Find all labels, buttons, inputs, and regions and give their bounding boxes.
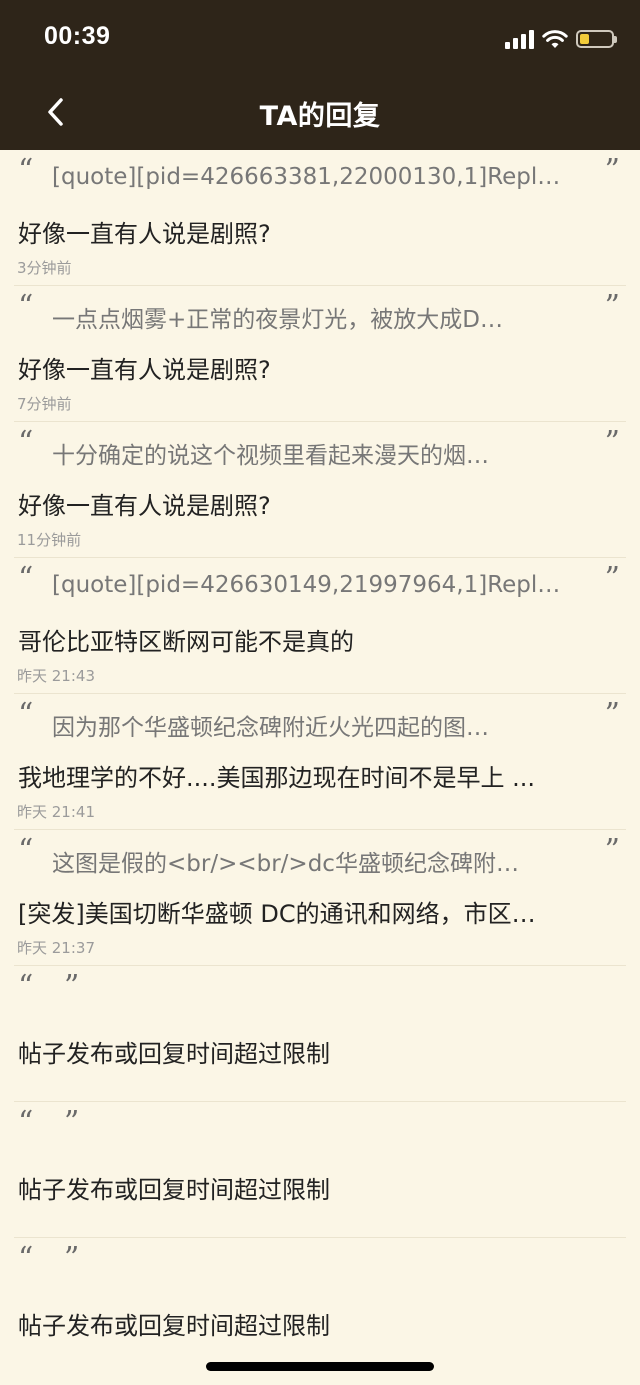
- reply-item[interactable]: “ 一点点烟雾+正常的夜景灯光，被放大成D… ” 好像一直有人说是剧照? 7分钟…: [14, 286, 626, 422]
- close-quote-icon: ”: [604, 561, 620, 596]
- close-quote-icon: ”: [64, 969, 80, 1004]
- reply-item[interactable]: “ [quote][pid=426630149,21997964,1]Repl……: [14, 558, 626, 694]
- reply-time: 11分钟前: [17, 531, 82, 549]
- reply-title: 好像一直有人说是剧照?: [18, 220, 271, 248]
- close-quote-icon: ”: [604, 697, 620, 732]
- quote-row: “ 这图是假的<br/><br/>dc华盛顿纪念碑附… ”: [14, 830, 626, 888]
- close-quote-icon: ”: [64, 1105, 80, 1140]
- reply-title: [突发]美国切断华盛顿 DC的通讯和网络，市区…: [18, 900, 536, 928]
- home-indicator[interactable]: [206, 1362, 434, 1371]
- quote-text: 一点点烟雾+正常的夜景灯光，被放大成D…: [52, 307, 503, 333]
- quote-text: [quote][pid=426663381,22000130,1]Repl…: [52, 164, 561, 190]
- open-quote-icon: “: [18, 1105, 34, 1140]
- reply-item[interactable]: “ 这图是假的<br/><br/>dc华盛顿纪念碑附… ” [突发]美国切断华盛…: [14, 830, 626, 966]
- quote-text: 这图是假的<br/><br/>dc华盛顿纪念碑附…: [52, 851, 519, 877]
- reply-item-limited[interactable]: “ ” 帖子发布或回复时间超过限制: [14, 966, 626, 1102]
- open-quote-icon: “: [18, 425, 34, 460]
- reply-time: 3分钟前: [17, 259, 72, 277]
- top-bar: 00:39 TA的回复: [0, 0, 640, 150]
- open-quote-icon: “: [18, 969, 34, 1004]
- status-icons: [505, 28, 617, 50]
- reply-time: 昨天 21:43: [17, 667, 95, 685]
- reply-title: 好像一直有人说是剧照?: [18, 356, 271, 384]
- battery-icon: [576, 30, 617, 48]
- close-quote-icon: ”: [604, 833, 620, 868]
- quote-text: 因为那个华盛顿纪念碑附近火光四起的图…: [52, 715, 489, 741]
- reply-title: 好像一直有人说是剧照?: [18, 492, 271, 520]
- reply-title: 我地理学的不好....美国那边现在时间不是早上 ...: [18, 764, 536, 792]
- open-quote-icon: “: [18, 1241, 34, 1276]
- quote-text: [quote][pid=426630149,21997964,1]Repl…: [52, 572, 561, 598]
- cellular-signal-icon: [505, 29, 534, 49]
- quote-row: “ ”: [14, 1238, 626, 1302]
- reply-time: 昨天 21:41: [17, 803, 95, 821]
- reply-item[interactable]: “ 因为那个华盛顿纪念碑附近火光四起的图… ” 我地理学的不好....美国那边现…: [14, 694, 626, 830]
- reply-time: 昨天 21:37: [17, 939, 95, 957]
- reply-item[interactable]: “ 十分确定的说这个视频里看起来漫天的烟… ” 好像一直有人说是剧照? 11分钟…: [14, 422, 626, 558]
- wifi-icon: [542, 30, 568, 48]
- reply-item-limited[interactable]: “ ” 帖子发布或回复时间超过限制: [14, 1238, 626, 1374]
- quote-row: “ 一点点烟雾+正常的夜景灯光，被放大成D… ”: [14, 286, 626, 344]
- reply-title: 帖子发布或回复时间超过限制: [18, 1312, 330, 1340]
- reply-title: 帖子发布或回复时间超过限制: [18, 1040, 330, 1068]
- open-quote-icon: “: [18, 833, 34, 868]
- close-quote-icon: ”: [604, 153, 620, 188]
- close-quote-icon: ”: [64, 1241, 80, 1276]
- reply-title: 哥伦比亚特区断网可能不是真的: [18, 628, 354, 656]
- close-quote-icon: ”: [604, 425, 620, 460]
- open-quote-icon: “: [18, 561, 34, 596]
- page-title: TA的回复: [259, 101, 381, 132]
- open-quote-icon: “: [18, 289, 34, 324]
- close-quote-icon: ”: [604, 289, 620, 324]
- reply-time: 7分钟前: [17, 395, 72, 413]
- reply-title: 帖子发布或回复时间超过限制: [18, 1176, 330, 1204]
- quote-text: 十分确定的说这个视频里看起来漫天的烟…: [52, 443, 489, 469]
- quote-row: “ ”: [14, 1102, 626, 1166]
- quote-row: “ [quote][pid=426630149,21997964,1]Repl……: [14, 558, 626, 616]
- reply-item[interactable]: “ [quote][pid=426663381,22000130,1]Repl……: [14, 150, 626, 286]
- quote-row: “ [quote][pid=426663381,22000130,1]Repl……: [14, 150, 626, 208]
- quote-row: “ 十分确定的说这个视频里看起来漫天的烟… ”: [14, 422, 626, 480]
- reply-list: “ [quote][pid=426663381,22000130,1]Repl……: [0, 150, 640, 1374]
- reply-item-limited[interactable]: “ ” 帖子发布或回复时间超过限制: [14, 1102, 626, 1238]
- open-quote-icon: “: [18, 697, 34, 732]
- open-quote-icon: “: [18, 153, 34, 188]
- quote-row: “ 因为那个华盛顿纪念碑附近火光四起的图… ”: [14, 694, 626, 752]
- status-time: 00:39: [44, 22, 111, 50]
- quote-row: “ ”: [14, 966, 626, 1030]
